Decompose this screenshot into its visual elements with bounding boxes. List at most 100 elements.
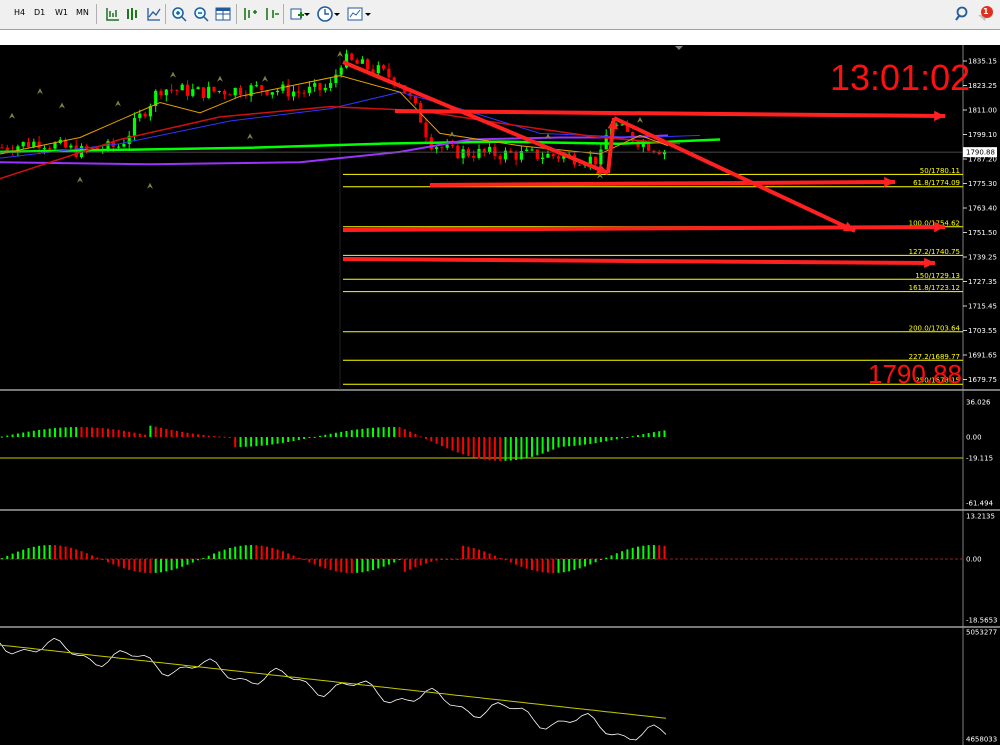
histogram-bar <box>281 551 284 559</box>
histogram-bar <box>165 428 168 437</box>
candle-body <box>143 113 147 117</box>
level-arrow-1740-head <box>924 257 935 269</box>
histogram-bar <box>382 427 385 437</box>
histogram-bar <box>493 555 496 559</box>
candle-body <box>307 86 311 93</box>
histogram-bar <box>207 555 210 559</box>
histogram-bar <box>557 437 560 448</box>
histogram-bar <box>32 546 35 559</box>
period-icon[interactable] <box>104 5 122 23</box>
histogram-bar <box>350 430 353 437</box>
histogram-bar <box>234 437 237 447</box>
histogram-bar <box>75 549 78 559</box>
timeframe-d1-button[interactable]: D1 <box>34 8 45 17</box>
histogram-bar <box>451 437 454 451</box>
histogram-bar <box>546 437 549 452</box>
histogram-bar <box>276 437 279 444</box>
histogram-bar <box>504 437 507 461</box>
histogram-bar <box>425 437 427 439</box>
histogram-bar <box>493 437 496 461</box>
chart-type-icon[interactable] <box>145 5 163 23</box>
histogram-bar <box>239 437 242 447</box>
histogram-bar <box>541 437 544 454</box>
histogram-bar <box>446 559 449 560</box>
histogram-bar <box>160 427 162 437</box>
trend-arrow-down <box>342 60 609 175</box>
histogram-bar <box>244 437 247 447</box>
histogram-bar <box>303 437 306 439</box>
chevron-down-icon[interactable] <box>303 5 311 23</box>
candle-body <box>21 141 25 147</box>
histogram-bar <box>144 434 147 437</box>
histogram-bar <box>562 437 565 447</box>
histogram-bar <box>197 434 200 437</box>
fractal-marker <box>170 71 176 78</box>
indicator2-axis-label: 13.2135 <box>966 513 995 521</box>
candle-body <box>525 149 529 152</box>
histogram-bar <box>313 559 316 565</box>
histogram-bar <box>409 431 412 437</box>
candle-body <box>461 149 465 159</box>
chart-header-strip <box>0 30 1000 45</box>
indicator1-axis-label: -19.115 <box>966 455 993 463</box>
candle-body <box>53 142 57 149</box>
fib-level-label: 50/1780.11 <box>920 167 960 175</box>
fractal-marker <box>449 131 455 138</box>
histogram-bar <box>329 433 332 437</box>
histogram-bar <box>515 437 518 460</box>
histogram-bar <box>85 553 88 559</box>
chevron-down-icon[interactable] <box>364 5 372 23</box>
candle-body <box>42 148 46 150</box>
histogram-bar <box>1 436 3 438</box>
timeframe-h4-button[interactable]: H4 <box>14 8 25 17</box>
template-icon[interactable] <box>124 5 142 23</box>
histogram-bar <box>387 559 390 565</box>
histogram-bar <box>59 427 62 437</box>
shift-icon[interactable] <box>241 5 259 23</box>
timeframe-w1-button[interactable]: W1 <box>55 8 68 17</box>
histogram-bar <box>599 559 602 560</box>
toolbar-separator <box>236 4 237 24</box>
histogram-bar <box>186 432 189 437</box>
axis-tick-label: 1739.25 <box>968 254 997 262</box>
histogram-bar <box>615 553 618 559</box>
zoom-out-icon[interactable] <box>192 5 210 23</box>
histogram-bar <box>266 437 268 446</box>
candle-body <box>276 90 280 93</box>
histogram-bar <box>218 551 221 559</box>
histogram-bar <box>287 437 290 442</box>
tile-windows-icon[interactable] <box>214 5 232 23</box>
histogram-bar <box>525 437 528 459</box>
candle-body <box>382 65 386 69</box>
candle-body <box>185 84 190 96</box>
chevron-down-icon[interactable] <box>333 5 341 23</box>
candle-body <box>482 148 486 153</box>
histogram-bar <box>462 437 465 455</box>
histogram-bar <box>324 559 327 569</box>
histogram-bar <box>64 546 67 559</box>
histogram-bar <box>128 431 131 437</box>
search-icon[interactable] <box>954 5 972 23</box>
histogram-bar <box>260 437 263 446</box>
histogram-bar <box>107 428 109 437</box>
histogram-bar <box>356 429 359 437</box>
candle-body <box>387 68 391 78</box>
histogram-bar <box>478 437 480 459</box>
histogram-bar <box>117 430 120 437</box>
histogram-bar <box>48 545 51 559</box>
histogram-bar <box>112 429 115 437</box>
histogram-bar <box>562 559 565 573</box>
candle-body <box>201 87 205 98</box>
autoscroll-icon[interactable] <box>262 5 280 23</box>
chart-area[interactable]: 50/1780.1161.8/1774.09100.0/1754.62127.2… <box>0 45 1000 745</box>
clock-icon[interactable] <box>316 5 334 23</box>
indicator3-axis-label: 4658033 <box>966 736 997 744</box>
zoom-in-icon[interactable] <box>170 5 188 23</box>
timeframe-mn-button[interactable]: MN <box>76 8 89 17</box>
candle-body <box>488 146 492 153</box>
objects-icon[interactable] <box>346 5 364 23</box>
price-watermark: 1790.88 <box>868 359 962 389</box>
histogram-bar <box>218 436 221 438</box>
histogram-bar <box>292 555 295 559</box>
histogram-bar <box>223 436 226 438</box>
